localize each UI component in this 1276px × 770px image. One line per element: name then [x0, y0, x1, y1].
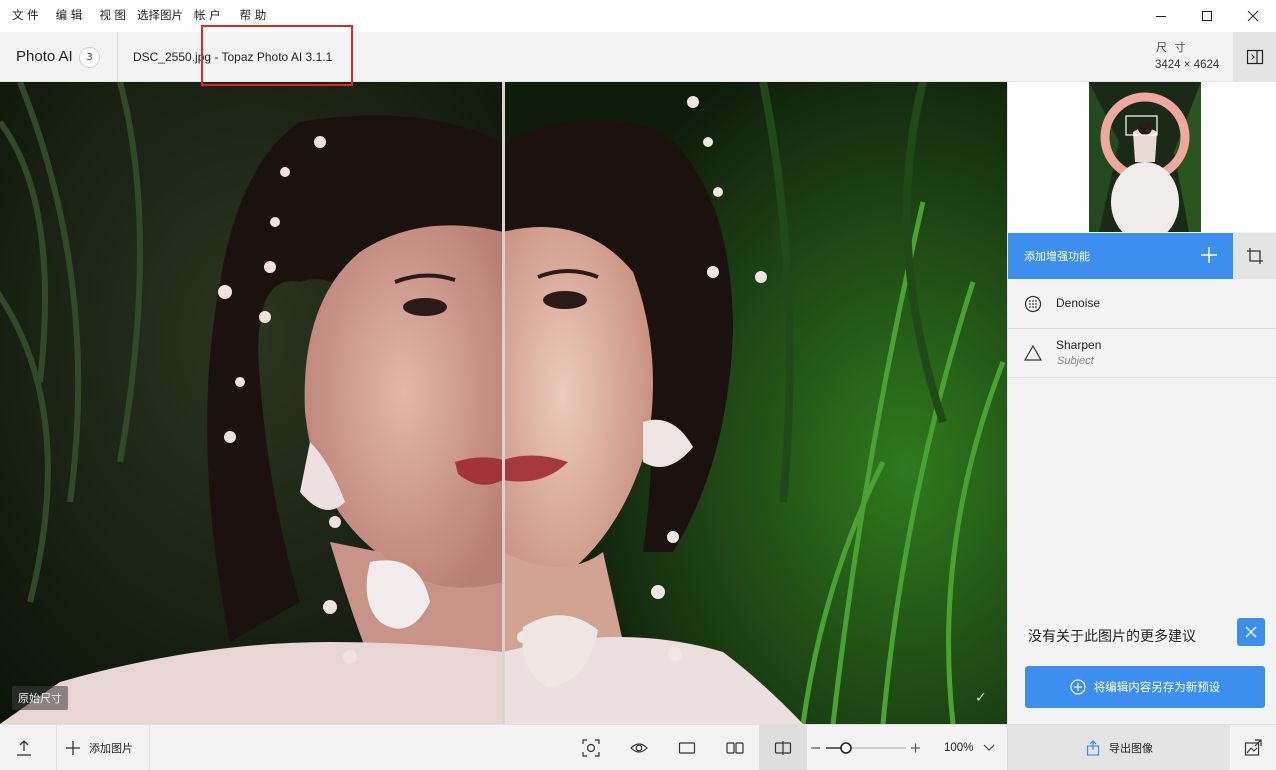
plus-icon — [1201, 247, 1217, 263]
export-label: 导出图像 — [1109, 742, 1153, 755]
image-export-icon — [1244, 739, 1262, 756]
enhanced-image-half — [503, 82, 1007, 724]
compare-split-handle[interactable] — [502, 82, 505, 724]
add-photo-button[interactable]: 添加图片 — [56, 725, 150, 770]
highlight-annotation-box — [201, 25, 353, 86]
image-count-badge[interactable]: 3 — [79, 47, 100, 68]
menu-file[interactable]: 文 件 — [12, 0, 39, 32]
add-enhancement-label: 添加增强功能 — [1024, 250, 1090, 263]
single-view-icon — [678, 742, 696, 754]
navigator-area — [1008, 82, 1276, 232]
crop-button[interactable] — [1233, 233, 1276, 279]
add-circle-icon — [1070, 679, 1086, 695]
share-export-icon — [1086, 740, 1100, 756]
add-enhancement-button[interactable]: 添加增强功能 — [1008, 233, 1233, 279]
panel-toggle-icon — [1246, 49, 1263, 65]
enhancement-denoise[interactable]: Denoise — [1008, 280, 1276, 329]
title-bar: Photo AI 3 DSC_2550.jpg - Topaz Photo AI… — [0, 32, 1276, 82]
menu-view[interactable]: 视 图 — [99, 0, 126, 32]
menu-select-image[interactable]: 选择图片 — [137, 0, 183, 32]
app-name: Photo AI — [16, 48, 73, 65]
quick-export-button[interactable] — [1230, 725, 1276, 770]
add-photo-label: 添加图片 — [89, 742, 133, 755]
chevron-down-icon[interactable] — [983, 741, 995, 753]
close-icon — [1245, 626, 1257, 638]
upload-icon — [17, 740, 31, 756]
preview-toggle-button[interactable] — [615, 725, 663, 770]
export-image-button[interactable]: 导出图像 — [1007, 725, 1230, 770]
zoom-thumb — [840, 742, 852, 754]
size-label: 尺 寸 — [1156, 41, 1188, 54]
denoise-icon — [1024, 295, 1042, 313]
close-icon — [1247, 10, 1259, 22]
enhancement-name: Sharpen — [1056, 338, 1102, 352]
side-by-side-button[interactable] — [711, 725, 759, 770]
check-icon: ✓ — [975, 690, 987, 706]
upload-button[interactable] — [0, 725, 48, 770]
zoom-level[interactable]: 100% — [944, 742, 973, 754]
maximize-button[interactable] — [1184, 0, 1230, 32]
split-view-icon — [774, 741, 792, 755]
plus-icon — [66, 741, 80, 755]
enhancement-name: Denoise — [1056, 296, 1101, 310]
save-as-preset-button[interactable]: 将编辑内容另存为新预设 — [1025, 666, 1265, 708]
side-by-side-icon — [726, 742, 744, 754]
focus-icon — [582, 739, 600, 757]
menu-bar: 文 件 编 辑 视 图 选择图片 帐 户 帮 助 — [0, 0, 1276, 32]
menu-edit[interactable]: 编 辑 — [56, 0, 83, 32]
minimize-button[interactable] — [1138, 0, 1184, 32]
image-preview-canvas[interactable]: 原始尺寸 ✓ — [0, 82, 1007, 724]
sharpen-icon — [1023, 344, 1043, 361]
maximize-icon — [1202, 11, 1212, 21]
close-suggestions-button[interactable] — [1237, 618, 1265, 646]
minimize-icon — [1156, 16, 1166, 17]
save-as-preset-label: 将编辑内容另存为新预设 — [1093, 680, 1221, 694]
divider — [117, 32, 118, 82]
single-view-button[interactable] — [663, 725, 711, 770]
original-image-half — [0, 82, 503, 724]
panel-toggle-button[interactable] — [1233, 32, 1276, 82]
size-value: 3424 × 4624 — [1155, 59, 1220, 71]
split-view-button[interactable] — [759, 725, 807, 770]
original-size-tag: 原始尺寸 — [12, 686, 68, 710]
eye-icon — [630, 743, 648, 753]
enhancement-sharpen[interactable]: Sharpen Subject — [1008, 329, 1276, 378]
enhancement-subtitle: Subject — [1057, 355, 1094, 367]
crop-icon — [1247, 248, 1263, 264]
right-sidebar: 添加增强功能 Denoise Sharpen Subject 没有关于此图片的更… — [1007, 82, 1276, 724]
navigator-thumbnail[interactable] — [1089, 82, 1201, 232]
bottom-toolbar: 添加图片 100% 导出图像 — [0, 724, 1276, 770]
focus-view-button[interactable] — [567, 725, 615, 770]
zoom-slider[interactable] — [810, 742, 922, 754]
close-window-button[interactable] — [1230, 0, 1276, 32]
no-more-suggestions-text: 没有关于此图片的更多建议 — [1028, 629, 1196, 645]
